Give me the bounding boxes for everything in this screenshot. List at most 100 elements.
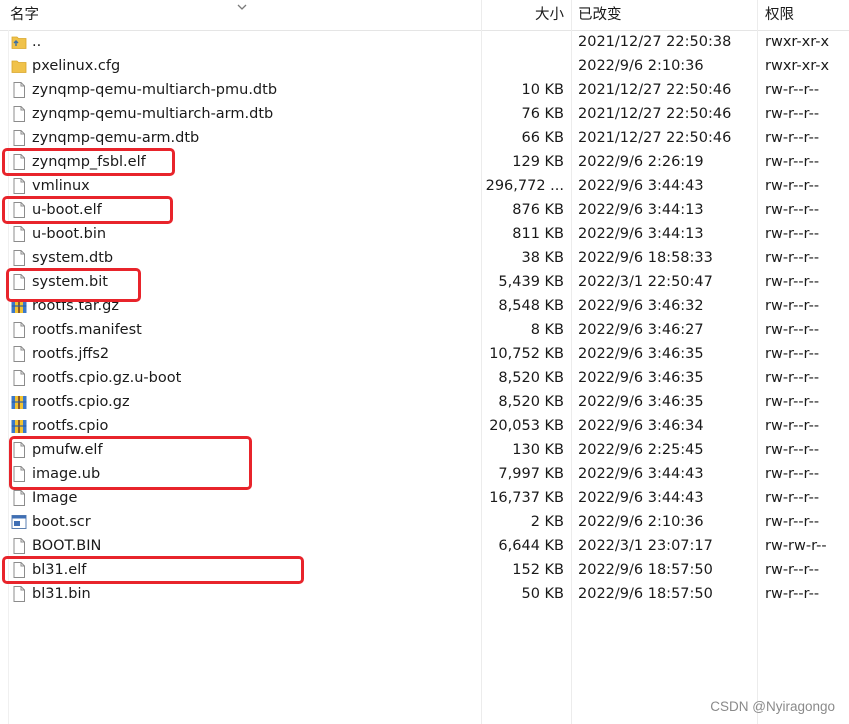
- table-row[interactable]: boot.scr 2 KB 2022/9/6 2:10:36 rw-r--r--: [0, 510, 849, 534]
- file-name: image.ub: [32, 466, 101, 482]
- column-header-name[interactable]: 名字: [10, 0, 39, 30]
- file-permissions: rw-r--r--: [765, 490, 820, 506]
- file-name: zynqmp-qemu-multiarch-pmu.dtb: [32, 82, 278, 98]
- file-size: 16,737 KB: [489, 490, 564, 506]
- file-modified: 2022/9/6 3:44:43: [578, 466, 704, 482]
- file-permissions: rw-r--r--: [765, 322, 820, 338]
- table-row[interactable]: pxelinux.cfg 2022/9/6 2:10:36 rwxr-xr-x: [0, 54, 849, 78]
- table-row[interactable]: system.bit 5,439 KB 2022/3/1 22:50:47 rw-r-…: [0, 270, 849, 294]
- table-row[interactable]: zynqmp-qemu-multiarch-arm.dtb 76 KB 2021/1…: [0, 102, 849, 126]
- file-permissions: rw-rw-r--: [765, 538, 827, 554]
- table-row[interactable]: bl31.elf 152 KB 2022/9/6 18:57:50 rw-r--r--: [0, 558, 849, 582]
- file-icon: [13, 586, 25, 602]
- file-size: 50 KB: [521, 586, 564, 602]
- file-name: vmlinux: [32, 178, 90, 194]
- file-permissions: rwxr-xr-x: [765, 34, 830, 50]
- file-modified: 2021/12/27 22:50:46: [578, 106, 732, 122]
- parent-folder-icon: [11, 36, 27, 49]
- table-row[interactable]: zynqmp_fsbl.elf 129 KB 2022/9/6 2:26:19 rw-…: [0, 150, 849, 174]
- file-permissions: rw-r--r--: [765, 562, 820, 578]
- file-permissions: rw-r--r--: [765, 394, 820, 410]
- file-name: zynqmp-qemu-multiarch-arm.dtb: [32, 106, 274, 122]
- table-row[interactable]: system.dtb 38 KB 2022/9/6 18:58:33 rw-r--r-…: [0, 246, 849, 270]
- file-name: Image: [32, 490, 78, 506]
- file-modified: 2022/9/6 3:46:34: [578, 418, 704, 434]
- file-modified: 2022/9/6 2:10:36: [578, 514, 704, 530]
- sort-chevron-down-icon[interactable]: [236, 2, 248, 12]
- file-modified: 2022/9/6 18:57:50: [578, 562, 713, 578]
- file-icon: [13, 562, 25, 578]
- file-name: rootfs.cpio.gz: [32, 394, 130, 410]
- file-name: system.bit: [32, 274, 108, 290]
- table-row[interactable]: rootfs.jffs2 10,752 KB 2022/9/6 3:46:35 rw-…: [0, 342, 849, 366]
- file-icon: [13, 346, 25, 362]
- file-modified: 2022/9/6 3:46:35: [578, 346, 704, 362]
- file-modified: 2022/9/6 2:10:36: [578, 58, 704, 74]
- table-row[interactable]: rootfs.cpio.gz.u-boot 8,520 KB 2022/9/6 3:…: [0, 366, 849, 390]
- table-row[interactable]: zynqmp-qemu-multiarch-pmu.dtb 10 KB 2021/1…: [0, 78, 849, 102]
- file-permissions: rw-r--r--: [765, 250, 820, 266]
- table-row[interactable]: .. 2021/12/27 22:50:38 rwxr-xr-x: [0, 30, 849, 54]
- table-row[interactable]: u-boot.bin 811 KB 2022/9/6 3:44:13 rw-r--r-…: [0, 222, 849, 246]
- file-permissions: rw-r--r--: [765, 154, 820, 170]
- file-name: ..: [32, 34, 42, 50]
- file-permissions: rw-r--r--: [765, 106, 820, 122]
- table-row[interactable]: rootfs.manifest 8 KB 2022/9/6 3:46:27 rw-r-…: [0, 318, 849, 342]
- file-modified: 2022/9/6 18:58:33: [578, 250, 713, 266]
- file-icon: [13, 106, 25, 122]
- table-row[interactable]: Image 16,737 KB 2022/9/6 3:44:43 rw-r--r--: [0, 486, 849, 510]
- file-permissions: rw-r--r--: [765, 442, 820, 458]
- file-name: zynqmp-qemu-arm.dtb: [32, 130, 200, 146]
- column-header-size[interactable]: 大小: [535, 0, 564, 30]
- file-size: [482, 30, 564, 54]
- table-row[interactable]: image.ub 7,997 KB 2022/9/6 3:44:43 rw-r--r-…: [0, 462, 849, 486]
- file-modified: 2022/9/6 3:46:35: [578, 370, 704, 386]
- table-row[interactable]: rootfs.cpio 20,053 KB 2022/9/6 3:46:34 rw-r…: [0, 414, 849, 438]
- file-permissions: rw-r--r--: [765, 274, 820, 290]
- table-row[interactable]: zynqmp-qemu-arm.dtb 66 KB 2021/12/27 22:50…: [0, 126, 849, 150]
- file-icon: [13, 250, 25, 266]
- file-permissions: rw-r--r--: [765, 370, 820, 386]
- file-icon: [13, 130, 25, 146]
- file-icon: [13, 322, 25, 338]
- table-row[interactable]: u-boot.elf 876 KB 2022/9/6 3:44:13 rw-r--r-…: [0, 198, 849, 222]
- file-size: 76 KB: [521, 106, 564, 122]
- file-name: pxelinux.cfg: [32, 58, 121, 74]
- column-header-permissions[interactable]: 权限: [765, 0, 794, 30]
- file-modified: 2021/12/27 22:50:46: [578, 130, 732, 146]
- file-name: BOOT.BIN: [32, 538, 102, 554]
- file-size: 152 KB: [512, 562, 564, 578]
- file-modified: 2022/9/6 3:46:35: [578, 394, 704, 410]
- file-icon: [13, 442, 25, 458]
- file-size: 7,997 KB: [498, 466, 564, 482]
- table-row[interactable]: rootfs.cpio.gz 8,520 KB 2022/9/6 3:46:35 rw…: [0, 390, 849, 414]
- file-icon: [13, 274, 25, 290]
- file-permissions: rw-r--r--: [765, 466, 820, 482]
- file-name: rootfs.cpio: [32, 418, 109, 434]
- file-modified: 2022/9/6 3:44:43: [578, 178, 704, 194]
- table-row[interactable]: bl31.bin 50 KB 2022/9/6 18:57:50 rw-r--r--: [0, 582, 849, 606]
- file-size: 8,520 KB: [498, 370, 564, 386]
- table-row[interactable]: vmlinux 296,772 ... 2022/9/6 3:44:43 rw-r--…: [0, 174, 849, 198]
- file-size: 8,520 KB: [498, 394, 564, 410]
- file-modified: 2022/3/1 22:50:47: [578, 274, 713, 290]
- script-icon: [11, 515, 27, 529]
- table-row[interactable]: BOOT.BIN 6,644 KB 2022/3/1 23:07:17 rw-rw-r…: [0, 534, 849, 558]
- watermark: CSDN @Nyiragongo: [710, 699, 835, 714]
- file-icon: [13, 226, 25, 242]
- file-icon: [13, 538, 25, 554]
- table-row[interactable]: rootfs.tar.gz 8,548 KB 2022/9/6 3:46:32 rw-…: [0, 294, 849, 318]
- column-header-modified[interactable]: 已改变: [578, 0, 622, 30]
- file-size: 66 KB: [521, 130, 564, 146]
- file-size: 20,053 KB: [489, 418, 564, 434]
- file-size: 129 KB: [512, 154, 564, 170]
- file-permissions: rw-r--r--: [765, 82, 820, 98]
- file-permissions: rw-r--r--: [765, 226, 820, 242]
- table-row[interactable]: pmufw.elf 130 KB 2022/9/6 2:25:45 rw-r--r--: [0, 438, 849, 462]
- file-name: pmufw.elf: [32, 442, 103, 458]
- file-size: 876 KB: [512, 202, 564, 218]
- file-permissions: rw-r--r--: [765, 202, 820, 218]
- file-permissions: rw-r--r--: [765, 298, 820, 314]
- file-modified: 2022/9/6 18:57:50: [578, 586, 713, 602]
- file-size: 38 KB: [521, 250, 564, 266]
